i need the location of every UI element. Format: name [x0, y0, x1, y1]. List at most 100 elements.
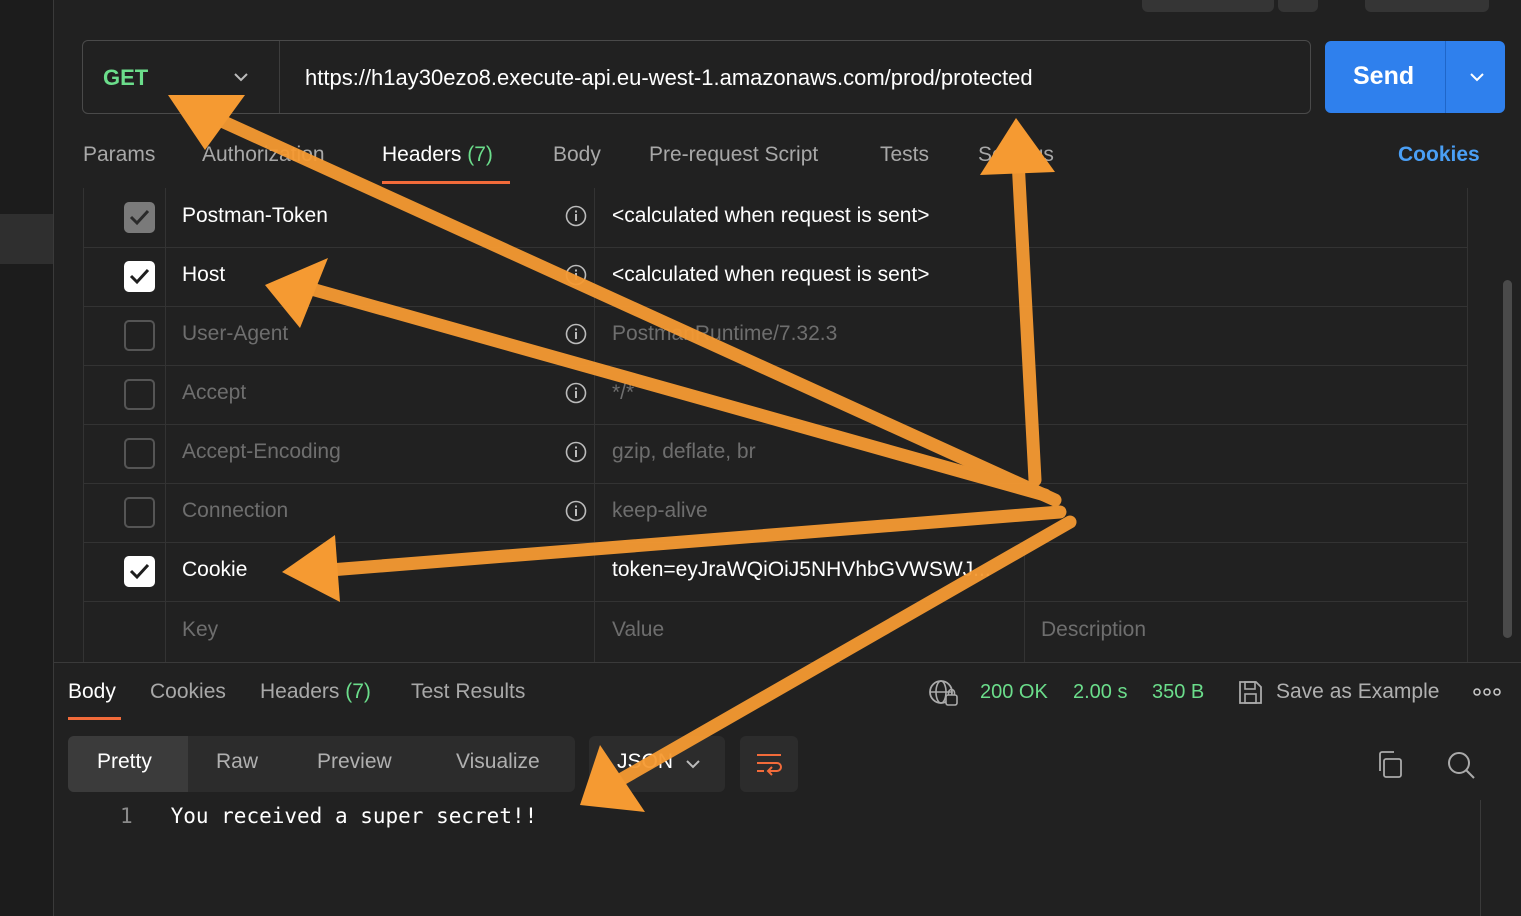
- header-value[interactable]: gzip, deflate, br: [612, 440, 756, 464]
- header-checkbox[interactable]: [124, 379, 155, 410]
- header-key[interactable]: Accept: [182, 381, 246, 405]
- send-label: Send: [1353, 62, 1415, 90]
- header-value[interactable]: <calculated when request is sent>: [612, 263, 930, 287]
- header-value[interactable]: <calculated when request is sent>: [612, 204, 930, 228]
- table-row: Postman-Token <calculated when request i…: [83, 188, 1468, 248]
- toolbar-button[interactable]: [1142, 0, 1274, 12]
- info-icon[interactable]: [565, 323, 587, 345]
- chevron-down-icon: [686, 760, 700, 769]
- header-checkbox[interactable]: [124, 556, 155, 587]
- chevron-down-icon[interactable]: [231, 67, 251, 87]
- line-number: 1: [120, 804, 133, 828]
- header-key[interactable]: Cookie: [182, 558, 247, 582]
- table-row-new: Key Value Description: [83, 601, 1468, 660]
- send-divider: [1445, 41, 1446, 113]
- response-body-line: 1 You received a super secret!!: [120, 804, 537, 828]
- tab-headers-count: (7): [467, 143, 493, 166]
- response-time[interactable]: 2.00 s: [1073, 681, 1127, 704]
- toolbar-button[interactable]: [1365, 0, 1489, 12]
- header-key[interactable]: Connection: [182, 499, 288, 523]
- left-sidebar: [0, 0, 54, 916]
- header-checkbox[interactable]: [124, 261, 155, 292]
- save-icon[interactable]: [1237, 679, 1264, 706]
- url-divider: [279, 41, 280, 113]
- wrap-lines-button[interactable]: [740, 736, 798, 792]
- header-checkbox[interactable]: [124, 438, 155, 469]
- description-placeholder[interactable]: Description: [1041, 618, 1146, 642]
- view-mode-raw[interactable]: Raw: [216, 750, 258, 774]
- header-checkbox: [124, 202, 155, 233]
- tab-body[interactable]: Body: [553, 143, 601, 167]
- response-body-text: You received a super secret!!: [170, 804, 538, 828]
- key-placeholder[interactable]: Key: [182, 618, 218, 642]
- send-button[interactable]: Send: [1325, 41, 1505, 113]
- response-tab-headers[interactable]: Headers (7): [260, 680, 371, 704]
- info-icon[interactable]: [565, 382, 587, 404]
- format-select[interactable]: JSON: [589, 736, 725, 792]
- response-status[interactable]: 200 OK: [980, 681, 1048, 704]
- view-mode-pretty[interactable]: Pretty: [97, 750, 152, 774]
- method-select[interactable]: GET: [103, 65, 148, 91]
- tab-pre-request-script[interactable]: Pre-request Script: [649, 143, 818, 167]
- table-row: Cookie token=eyJraWQiOiJ5NHVhbGVWSWJ...: [83, 542, 1468, 602]
- column-divider: [165, 188, 166, 662]
- wrap-lines-icon: [757, 754, 782, 776]
- toolbar-button[interactable]: [1278, 0, 1318, 12]
- table-row: Host <calculated when request is sent>: [83, 247, 1468, 307]
- info-icon[interactable]: [565, 441, 587, 463]
- header-value[interactable]: PostmanRuntime/7.32.3: [612, 322, 837, 346]
- column-divider: [1024, 542, 1025, 662]
- response-tab-cookies[interactable]: Cookies: [150, 680, 226, 704]
- tab-headers-label: Headers: [382, 143, 462, 166]
- response-tab-test-results[interactable]: Test Results: [411, 680, 525, 704]
- header-key[interactable]: Host: [182, 263, 225, 287]
- response-tab-headers-count: (7): [345, 680, 371, 703]
- tab-settings[interactable]: Settings: [978, 143, 1054, 167]
- column-divider: [1467, 188, 1468, 662]
- info-icon[interactable]: [565, 500, 587, 522]
- view-mode-preview[interactable]: Preview: [317, 750, 392, 774]
- tab-params[interactable]: Params: [83, 143, 155, 167]
- headers-table: Postman-Token <calculated when request i…: [83, 188, 1468, 662]
- active-tab-indicator: [382, 181, 510, 184]
- active-tab-indicator: [68, 717, 121, 720]
- table-row: Accept-Encoding gzip, deflate, br: [83, 424, 1468, 484]
- header-checkbox[interactable]: [124, 320, 155, 351]
- view-mode-visualize[interactable]: Visualize: [456, 750, 540, 774]
- tab-authorization[interactable]: Authorization: [202, 143, 325, 167]
- more-options-icon[interactable]: [1473, 687, 1501, 697]
- response-divider: [53, 662, 1521, 663]
- tab-headers[interactable]: Headers (7): [382, 143, 493, 167]
- scrollbar[interactable]: [1503, 280, 1512, 638]
- cookies-link[interactable]: Cookies: [1398, 143, 1480, 167]
- chevron-down-icon[interactable]: [1467, 67, 1487, 87]
- globe-lock-icon[interactable]: [928, 678, 960, 708]
- request-url-bar: GET https://h1ay30ezo8.execute-api.eu-we…: [82, 40, 1311, 114]
- header-checkbox[interactable]: [124, 497, 155, 528]
- header-value[interactable]: token=eyJraWQiOiJ5NHVhbGVWSWJ...: [612, 558, 991, 582]
- info-icon[interactable]: [565, 264, 587, 286]
- header-key[interactable]: User-Agent: [182, 322, 288, 346]
- url-input[interactable]: https://h1ay30ezo8.execute-api.eu-west-1…: [305, 65, 1033, 91]
- table-row: Accept */*: [83, 365, 1468, 425]
- copy-icon[interactable]: [1376, 750, 1404, 780]
- sidebar-selected-item[interactable]: [0, 214, 53, 264]
- header-key[interactable]: Accept-Encoding: [182, 440, 341, 464]
- table-row: Connection keep-alive: [83, 483, 1468, 543]
- header-key[interactable]: Postman-Token: [182, 204, 328, 228]
- header-value[interactable]: */*: [612, 381, 634, 405]
- response-size[interactable]: 350 B: [1152, 681, 1204, 704]
- tab-tests[interactable]: Tests: [880, 143, 929, 167]
- save-as-example-button[interactable]: Save as Example: [1276, 680, 1439, 704]
- column-divider: [83, 188, 84, 662]
- search-icon[interactable]: [1446, 750, 1476, 780]
- value-placeholder[interactable]: Value: [612, 618, 664, 642]
- column-divider: [594, 188, 595, 662]
- view-mode-selector: Pretty Raw Preview Visualize: [68, 736, 575, 792]
- response-tab-body[interactable]: Body: [68, 680, 116, 704]
- response-tab-headers-label: Headers: [260, 680, 340, 703]
- header-value[interactable]: keep-alive: [612, 499, 708, 523]
- format-label: JSON: [617, 750, 674, 773]
- editor-border: [1480, 800, 1481, 916]
- info-icon[interactable]: [565, 205, 587, 227]
